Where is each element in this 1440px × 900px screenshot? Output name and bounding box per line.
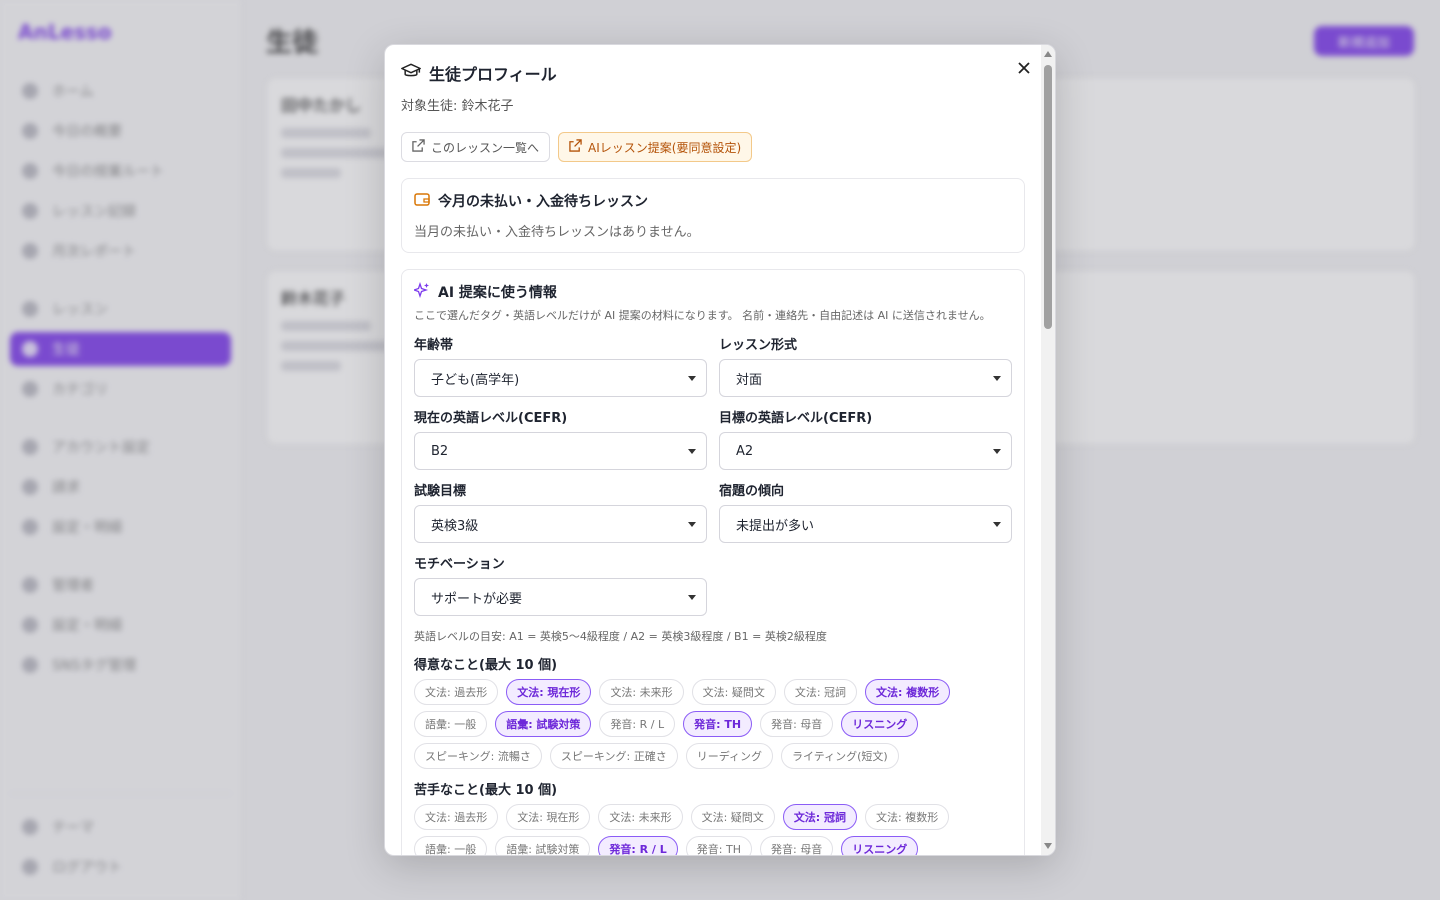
skill-tag[interactable]: スピーキング: 流暢さ [414,743,542,769]
external-link-icon [569,139,582,155]
skill-tag[interactable]: 語彙: 試験対策 [495,711,592,737]
scroll-up-arrow-icon[interactable] [1044,51,1052,57]
format-select[interactable]: 対面 [719,359,1012,397]
graduation-cap-icon [401,62,421,84]
skill-tag[interactable]: 発音: 母音 [760,836,834,855]
chevron-down-icon [688,375,696,381]
weaknesses-tags: 文法: 過去形 文法: 現在形 文法: 未来形 文法: 疑問文 文法: 冠詞 文法: 複数… [414,804,1012,855]
skill-tag[interactable]: ライティング(短文) [780,743,899,769]
ai-fields-grid: 年齢帯 子ども(高学年) レッスン形式 対面 現在の英語レベル(CEFR) B2… [414,334,1012,616]
skill-tag[interactable]: 語彙: 一般 [414,711,488,737]
student-profile-modal: 生徒プロフィール 対象生徒: 鈴木花子 このレッスン一覧へ AIレッスン提案(要… [384,44,1056,856]
skill-tag[interactable]: 文法: 冠詞 [782,804,858,830]
skill-tag[interactable]: 文法: 過去形 [414,679,499,705]
skill-tag[interactable]: 文法: 冠詞 [783,679,858,705]
skill-tag[interactable]: スピーキング: 正確さ [549,743,678,769]
skill-tag[interactable]: 文法: 疑問文 [691,679,776,705]
age-field: 年齢帯 子ども(高学年) [414,334,707,397]
ai-info-panel: AI 提案に使う情報 ここで選んだタグ・英語レベルだけが AI 提案の材料になり… [401,269,1025,855]
close-button[interactable] [1015,59,1033,77]
modal-scrollbar[interactable] [1041,45,1055,855]
weaknesses-title: 苦手なこと(最大 10 個) [414,783,558,798]
current-level-field: 現在の英語レベル(CEFR) B2 [414,407,707,470]
chevron-down-icon [993,375,1001,381]
chevron-down-icon [688,594,696,600]
skill-tag[interactable]: 発音: R / L [598,836,678,855]
strengths-tags: 文法: 過去形 文法: 現在形 文法: 未来形 文法: 疑問文 文法: 冠詞 文法: 複数… [414,679,1012,769]
homework-select[interactable]: 未提出が多い [719,505,1012,543]
skill-tag[interactable]: リスニング [841,836,919,855]
chevron-down-icon [688,521,696,527]
skill-tag[interactable]: 文法: 過去形 [414,804,499,830]
unpaid-lessons-panel: 今月の未払い・入金待ちレッスン 当月の未払い・入金待ちレッスンはありません。 [401,178,1025,253]
goal-level-select[interactable]: A2 [719,432,1012,470]
ai-info-description: ここで選んだタグ・英語レベルだけが AI 提案の材料になります。 名前・連絡先・… [414,309,991,322]
skill-tag[interactable]: 発音: R / L [599,711,676,737]
current-level-select[interactable]: B2 [414,432,707,470]
ai-lesson-suggestion-button[interactable]: AIレッスン提案(要同意設定) [558,132,753,162]
modal-title: 生徒プロフィール [429,65,557,84]
skill-tag[interactable]: 文法: 未来形 [598,804,683,830]
skill-tag[interactable]: 文法: 疑問文 [690,804,775,830]
close-icon [1018,59,1030,78]
chevron-down-icon [993,521,1001,527]
scroll-down-arrow-icon[interactable] [1044,843,1052,849]
skill-tag[interactable]: リーディング [685,743,773,769]
ai-info-header: AI 提案に使う情報 [411,281,1012,302]
unpaid-lessons-header: 今月の未払い・入金待ちレッスン [414,191,1012,211]
skill-tag[interactable]: 発音: TH [685,836,752,855]
scroll-thumb[interactable] [1044,65,1052,329]
skill-tag[interactable]: 発音: 母音 [760,711,834,737]
external-link-icon [412,139,425,155]
skill-tag[interactable]: 語彙: 試験対策 [495,836,591,855]
motivation-select[interactable]: サポートが必要 [414,578,707,616]
skill-tag[interactable]: 文法: 未来形 [599,679,684,705]
strengths-title: 得意なこと(最大 10 個) [414,658,558,673]
wallet-icon [414,192,430,210]
exam-select[interactable]: 英検3級 [414,505,707,543]
goal-level-field: 目標の英語レベル(CEFR) A2 [719,407,1012,470]
action-buttons: このレッスン一覧へ AIレッスン提案(要同意設定) [401,132,1025,162]
lesson-list-button[interactable]: このレッスン一覧へ [401,132,551,162]
target-student: 対象生徒: 鈴木花子 [401,99,514,114]
skill-tag[interactable]: 文法: 現在形 [506,804,591,830]
motivation-field: モチベーション サポートが必要 [414,553,707,616]
skill-tag[interactable]: リスニング [841,711,919,737]
chevron-down-icon [688,448,696,454]
format-field: レッスン形式 対面 [719,334,1012,397]
exam-field: 試験目標 英検3級 [414,480,707,543]
level-guide-note: 英語レベルの目安: A1 = 英検5〜4級程度 / A2 = 英検3級程度 / … [414,630,827,643]
skill-tag[interactable]: 文法: 現在形 [506,679,592,705]
skill-tag[interactable]: 語彙: 一般 [414,836,488,855]
chevron-down-icon [993,448,1001,454]
modal-body: 生徒プロフィール 対象生徒: 鈴木花子 このレッスン一覧へ AIレッスン提案(要… [385,45,1041,855]
sparkles-icon [411,281,430,302]
skill-tag[interactable]: 発音: TH [683,711,753,737]
homework-field: 宿題の傾向 未提出が多い [719,480,1012,543]
age-select[interactable]: 子ども(高学年) [414,359,707,397]
unpaid-lessons-note: 当月の未払い・入金待ちレッスンはありません。 [414,225,700,240]
skill-tag[interactable]: 文法: 複数形 [865,804,950,830]
modal-header: 生徒プロフィール [401,61,1025,85]
skill-tag[interactable]: 文法: 複数形 [865,679,951,705]
